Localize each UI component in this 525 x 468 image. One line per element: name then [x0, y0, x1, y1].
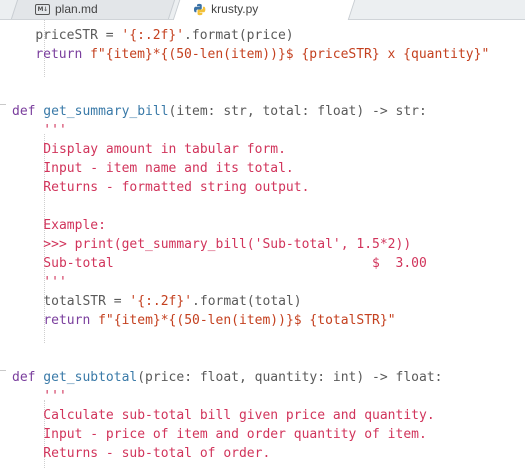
code-line: Input - price of item and order quantity… [12, 427, 427, 442]
code-line: priceSTR = '{:.2f}'.format(price) [35, 28, 294, 43]
code-line: Example: [12, 218, 106, 233]
code-line: ''' [12, 389, 67, 404]
code-line: Input - item name and its total. [12, 161, 294, 176]
code-editor[interactable]: priceSTR = '{:.2f}'.format(price) return… [0, 20, 525, 468]
markdown-icon: M↓ [35, 4, 50, 15]
code-line: Display amount in tabular form. [12, 142, 286, 157]
gutter-fold-mark [0, 104, 6, 105]
tab-label: krusty.py [211, 2, 259, 16]
code-line: Returns - sub-total of order. [12, 446, 271, 461]
code-line: return f"{item}*{(50-len(item))}$ {total… [43, 313, 396, 328]
code-line: >>> print(get_summary_bill('Sub-total', … [12, 237, 412, 252]
code-line: return f"{item}*{(50-len(item))}$ {price… [35, 47, 490, 62]
tab-plan-md[interactable]: M↓ plan.md [10, 0, 176, 19]
code-line: Returns - formatted string output. [12, 180, 310, 195]
tab-label: plan.md [55, 2, 98, 16]
code-line: Sub-total $ 3.00 [12, 256, 427, 271]
gutter-fold-mark [0, 370, 6, 371]
code-line: ''' [12, 123, 67, 138]
python-icon [193, 3, 206, 16]
tab-krusty-py[interactable]: krusty.py [172, 0, 356, 20]
code-line: totalSTR = '{:.2f}'.format(total) [43, 294, 302, 309]
code-line: def get_summary_bill(item: str, total: f… [12, 104, 427, 119]
code-line: def get_subtotal(price: float, quantity:… [12, 370, 443, 385]
tab-bar: M↓ plan.md krusty.py [0, 0, 525, 20]
code-line: ''' [12, 275, 67, 290]
code-line: Calculate sub-total bill given price and… [12, 408, 435, 423]
